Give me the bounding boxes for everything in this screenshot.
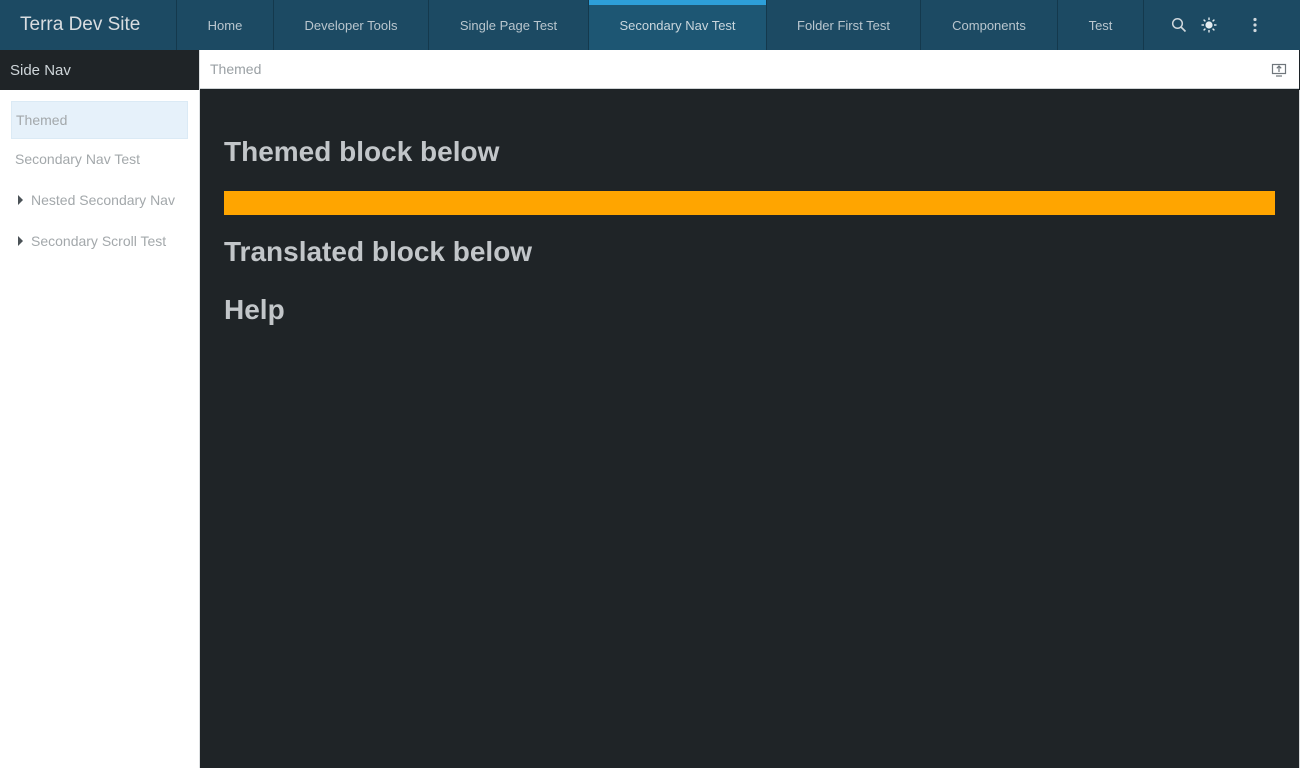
content-title: Themed xyxy=(210,61,262,77)
nav-tab-test[interactable]: Test xyxy=(1058,0,1144,50)
site-title[interactable]: Terra Dev Site xyxy=(0,0,177,50)
more-menu-button[interactable] xyxy=(1243,13,1267,37)
sun-icon xyxy=(1201,17,1217,33)
themed-heading: Themed block below xyxy=(224,136,500,167)
main-content: Themed block below Translated block belo… xyxy=(200,90,1300,768)
nav-tab-home[interactable]: Home xyxy=(177,0,274,50)
nav-tab-secondary-nav-test[interactable]: Secondary Nav Test xyxy=(589,0,767,50)
side-nav-title: Side Nav xyxy=(0,50,199,90)
help-heading: Help xyxy=(224,294,285,325)
side-nav-item-label: Themed xyxy=(16,112,68,128)
toggle-side-nav-button[interactable] xyxy=(1271,62,1287,78)
header-utilities xyxy=(1145,0,1300,50)
side-nav: Side Nav Themed Secondary Nav Test Neste… xyxy=(0,50,200,768)
side-nav-item-nested-secondary-nav[interactable]: Nested Secondary Nav xyxy=(11,179,188,220)
theme-toggle-button[interactable] xyxy=(1197,13,1221,37)
nav-tab-single-page-test[interactable]: Single Page Test xyxy=(429,0,589,50)
side-nav-item-label: Nested Secondary Nav xyxy=(31,191,175,208)
search-icon xyxy=(1171,17,1187,33)
more-vertical-icon xyxy=(1253,17,1257,33)
nav-tab-folder-first-test[interactable]: Folder First Test xyxy=(767,0,921,50)
translated-heading: Translated block below xyxy=(224,236,533,267)
toggle-panel-icon xyxy=(1271,63,1287,77)
side-nav-item-secondary-scroll-test[interactable]: Secondary Scroll Test xyxy=(11,220,188,261)
nav-tab-components[interactable]: Components xyxy=(921,0,1058,50)
app-header: Terra Dev Site Home Developer Tools Sing… xyxy=(0,0,1300,50)
content-header: Themed xyxy=(200,50,1299,89)
side-nav-item-label: Secondary Nav Test xyxy=(15,151,141,167)
primary-nav: Home Developer Tools Single Page Test Se… xyxy=(177,0,1144,50)
side-nav-item-label: Secondary Scroll Test xyxy=(31,232,167,249)
nav-tab-developer-tools[interactable]: Developer Tools xyxy=(274,0,429,50)
side-nav-item-secondary-nav-test[interactable]: Secondary Nav Test xyxy=(11,139,188,179)
side-nav-item-themed[interactable]: Themed xyxy=(11,101,188,139)
search-button[interactable] xyxy=(1167,13,1191,37)
caret-right-icon xyxy=(18,235,23,246)
side-nav-list: Themed Secondary Nav Test Nested Seconda… xyxy=(0,90,199,261)
caret-right-icon xyxy=(18,194,23,205)
themed-block xyxy=(224,191,1275,215)
